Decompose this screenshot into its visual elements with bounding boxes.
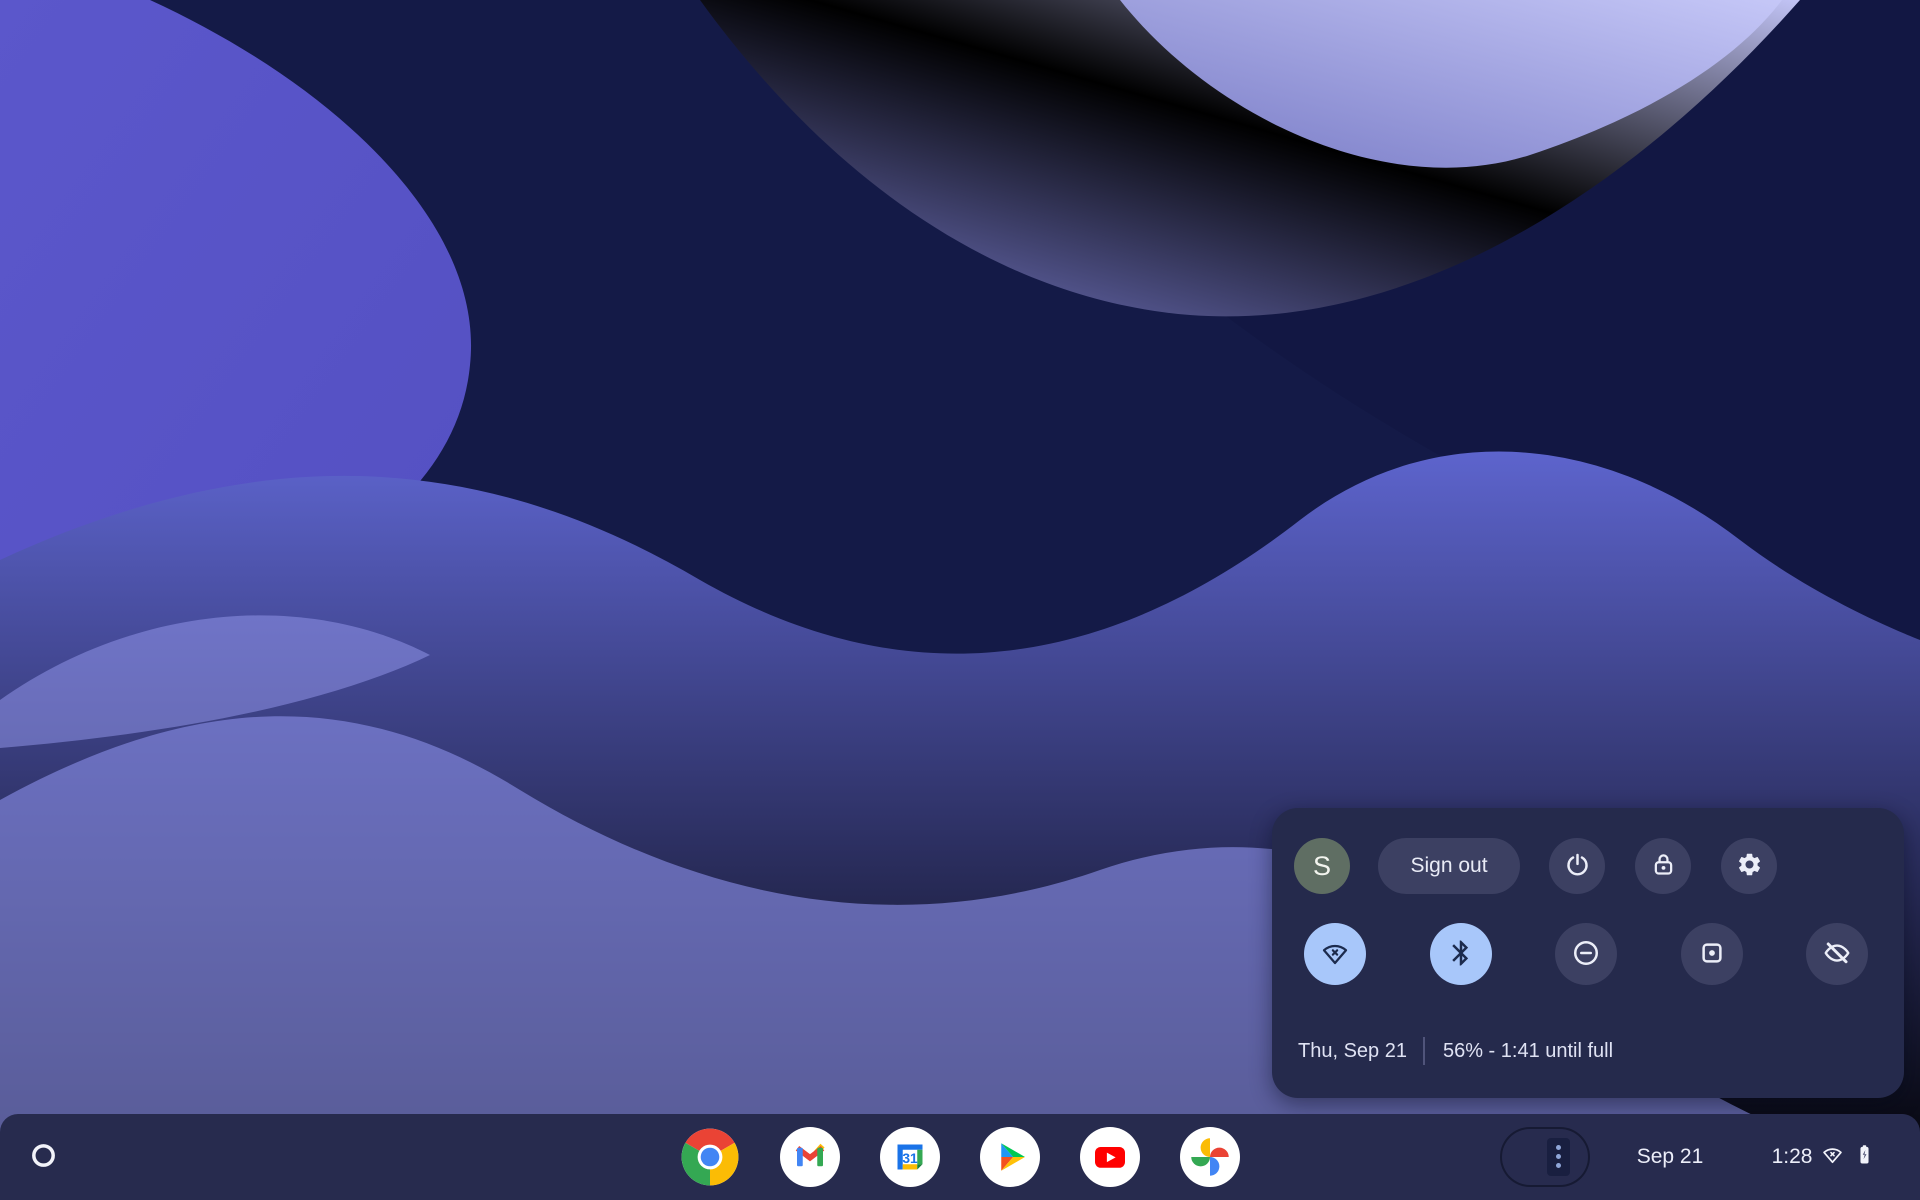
visibility-toggle[interactable] — [1806, 923, 1868, 985]
screen-capture-button[interactable] — [1681, 923, 1743, 985]
avatar-initial: S — [1313, 851, 1331, 882]
do-not-disturb-toggle[interactable] — [1555, 923, 1617, 985]
wifi-status-icon — [1821, 1143, 1844, 1172]
screen-capture-icon — [1697, 938, 1727, 971]
settings-button[interactable] — [1721, 838, 1777, 894]
account-avatar[interactable]: S — [1294, 838, 1350, 894]
wifi-toggle[interactable] — [1304, 923, 1366, 985]
bluetooth-toggle[interactable] — [1430, 923, 1492, 985]
desktop: S Sign out — [0, 0, 1920, 1200]
shelf-date-button[interactable]: Sep 21 — [1608, 1130, 1732, 1184]
shelf: 31 — [0, 1114, 1920, 1200]
status-area: Sep 21 1:28 — [0, 1114, 1920, 1200]
system-tray-button[interactable]: 1:28 — [1738, 1130, 1910, 1184]
panel-info-row: Thu, Sep 21 56% - 1:41 until full — [1298, 1036, 1613, 1066]
minus-circle-icon — [1571, 938, 1601, 971]
eye-off-icon — [1822, 938, 1852, 971]
battery-status: 56% - 1:41 until full — [1443, 1040, 1613, 1063]
power-icon — [1564, 851, 1591, 881]
clock-label: 1:28 — [1772, 1145, 1813, 1169]
lock-icon — [1650, 851, 1677, 881]
power-button[interactable] — [1549, 838, 1605, 894]
screen-preview-button[interactable] — [1500, 1127, 1590, 1187]
battery-charging-icon — [1853, 1143, 1876, 1172]
lock-button[interactable] — [1635, 838, 1691, 894]
info-separator — [1423, 1037, 1425, 1065]
panel-date: Thu, Sep 21 — [1298, 1040, 1407, 1063]
gear-icon — [1736, 851, 1763, 881]
sign-out-button[interactable]: Sign out — [1378, 838, 1520, 894]
bluetooth-icon — [1446, 938, 1476, 971]
quick-settings-panel: S Sign out — [1272, 808, 1904, 1098]
mini-panel-thumbnail — [1547, 1138, 1570, 1176]
wifi-not-connected-icon — [1320, 938, 1350, 971]
